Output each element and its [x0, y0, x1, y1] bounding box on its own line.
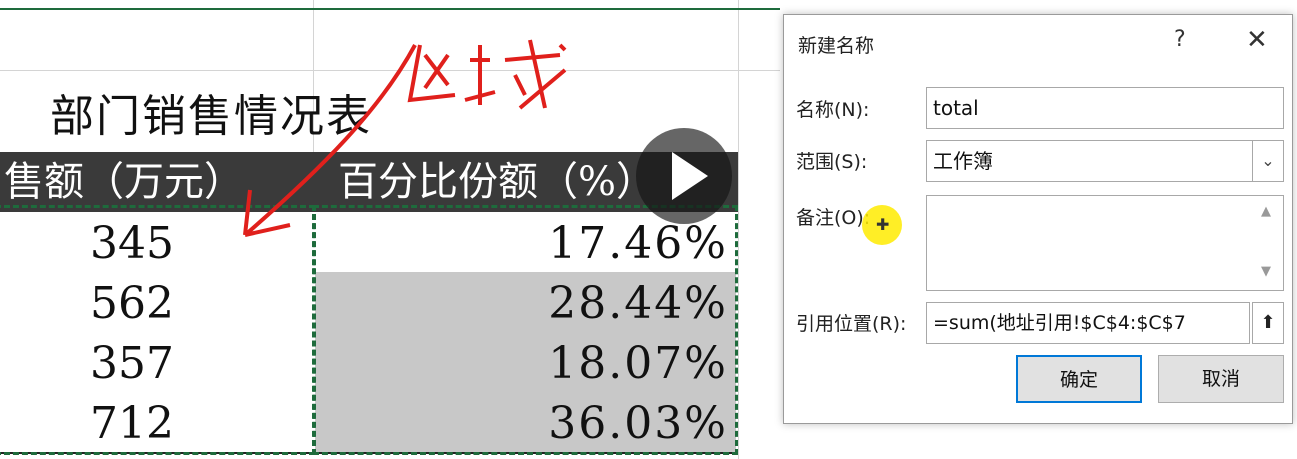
cell-amount-value: 357: [90, 338, 174, 389]
cell-share-value: 36.03%: [548, 398, 728, 449]
cell-amount[interactable]: 345: [0, 212, 313, 274]
cancel-button[interactable]: 取消: [1158, 355, 1284, 403]
cell-amount-value: 562: [90, 278, 174, 329]
table-row: 712 36.03%: [0, 392, 738, 454]
help-button[interactable]: ?: [1174, 27, 1186, 52]
collapse-dialog-icon[interactable]: ⬆: [1252, 302, 1284, 344]
close-icon[interactable]: ✕: [1246, 25, 1268, 55]
scope-select-value: 工作簿: [933, 149, 993, 173]
spreadsheet-area: 部门销售情况表 售额（万元） 百分比份额（%） 345 17.46% 562 2…: [0, 0, 780, 459]
new-name-dialog: 新建名称 ? ✕ 名称(N): total 范围(S): 工作簿 ⌄ 备注(O)…: [783, 14, 1293, 424]
gridline: [0, 8, 780, 10]
header-amount[interactable]: 售额（万元）: [4, 152, 313, 212]
table-row: 357 18.07%: [0, 332, 738, 394]
cell-share[interactable]: 18.07%: [315, 332, 736, 394]
cell-amount[interactable]: 357: [0, 332, 313, 394]
scope-label: 范围(S):: [796, 151, 868, 173]
play-icon[interactable]: [636, 128, 732, 224]
gridline: [738, 0, 739, 459]
cell-amount-value: 712: [90, 398, 174, 449]
cell-share[interactable]: 28.44%: [315, 272, 736, 334]
cell-share-value: 28.44%: [548, 278, 728, 329]
reference-input[interactable]: =sum(地址引用!$C$4:$C$7: [926, 302, 1250, 344]
cell-amount[interactable]: 562: [0, 272, 313, 334]
gridline: [0, 70, 780, 71]
name-input[interactable]: total: [926, 87, 1284, 129]
scope-select[interactable]: 工作簿 ⌄: [926, 140, 1284, 182]
cell-share-value: 18.07%: [548, 338, 728, 389]
table-header-row: 售额（万元） 百分比份额（%）: [0, 152, 738, 212]
cell-share-value: 17.46%: [548, 218, 728, 269]
sheet-title: 部门销售情况表: [50, 91, 372, 142]
comment-label: 备注(O):: [796, 207, 871, 229]
cell-amount[interactable]: 712: [0, 392, 313, 454]
table-row: 345 17.46%: [0, 212, 738, 274]
table-row: 562 28.44%: [0, 272, 738, 334]
chevron-down-icon[interactable]: ⌄: [1252, 141, 1283, 181]
cursor-highlight: ✚: [862, 205, 902, 245]
dialog-title: 新建名称: [798, 35, 875, 57]
cell-amount-value: 345: [90, 218, 174, 269]
scroll-down-icon[interactable]: ▼: [1261, 264, 1271, 279]
cursor-icon: ✚: [876, 215, 890, 234]
name-label: 名称(N):: [796, 99, 870, 121]
scroll-up-icon[interactable]: ▲: [1261, 204, 1271, 219]
cell-share[interactable]: 36.03%: [315, 392, 736, 454]
comment-scrollbar[interactable]: ▲ ▼: [1255, 196, 1283, 290]
comment-textarea[interactable]: ▲ ▼: [926, 195, 1284, 291]
ok-button[interactable]: 确定: [1016, 355, 1142, 403]
reference-label: 引用位置(R):: [796, 313, 907, 335]
